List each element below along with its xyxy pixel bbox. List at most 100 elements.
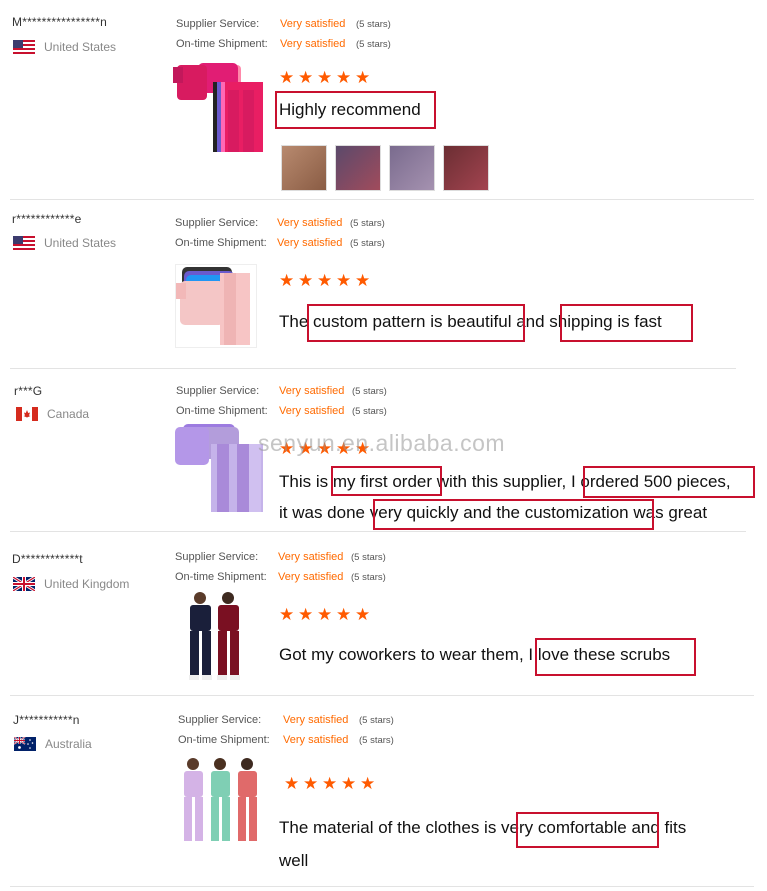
- uk-flag-icon: [13, 577, 35, 591]
- comment-text: it was done: [279, 503, 370, 522]
- supplier-service-label: Supplier Service:: [176, 18, 260, 30]
- product-image[interactable]: [178, 756, 264, 850]
- supplier-service-row: Supplier Service: Very satisfied (5 star…: [176, 18, 391, 30]
- product-image[interactable]: [180, 590, 252, 688]
- shipment-row: On-time Shipment: Very satisfied (5 star…: [178, 734, 394, 746]
- review-card: M****************n United States Supplie…: [0, 0, 767, 199]
- supplier-service-stars: (5 stars): [352, 386, 387, 397]
- reviewer-name: D************t: [12, 552, 83, 566]
- divider: [10, 886, 754, 887]
- star-icon: ★: [298, 605, 314, 624]
- highlight-box: [583, 466, 755, 498]
- shipment-label: On-time Shipment:: [175, 571, 267, 583]
- country-label: Canada: [47, 407, 90, 421]
- supplier-service-stars: (5 stars): [359, 715, 394, 726]
- star-icon: ★: [298, 271, 314, 290]
- shipment-label: On-time Shipment:: [176, 405, 268, 417]
- reviewer-country: United States: [13, 236, 116, 250]
- canada-flag-icon: [16, 407, 38, 421]
- star-icon: ★: [284, 774, 300, 793]
- supplier-service-row: Supplier Service: Very satisfied (5 star…: [175, 551, 386, 563]
- supplier-service-row: Supplier Service: Very satisfied (5 star…: [175, 217, 385, 229]
- supplier-service-label: Supplier Service:: [175, 217, 259, 229]
- shipment-value: Very satisfied: [277, 237, 343, 249]
- watermark: senyun.en.alibaba.com: [258, 430, 506, 456]
- star-icon: ★: [279, 68, 295, 87]
- supplier-service-label: Supplier Service:: [175, 551, 259, 563]
- comment-text: with this supplier,: [432, 472, 571, 491]
- review-card: J***********n Australia Supplier Service…: [0, 696, 767, 886]
- star-icon: ★: [317, 605, 333, 624]
- shipment-row: On-time Shipment: Very satisfied (5 star…: [175, 237, 385, 249]
- product-image[interactable]: [175, 264, 257, 348]
- highlight-box: [307, 304, 525, 342]
- star-icon: ★: [279, 271, 295, 290]
- star-icon: ★: [360, 774, 376, 793]
- star-icon: ★: [317, 68, 333, 87]
- supplier-service-row: Supplier Service: Very satisfied (5 star…: [178, 714, 394, 726]
- shipment-value: Very satisfied: [283, 734, 349, 746]
- review-photo-thumbnail[interactable]: [335, 145, 381, 191]
- review-card: D************t United Kingdom Supplier S…: [0, 532, 767, 695]
- review-comment-line-2: well: [279, 851, 309, 870]
- shipment-row: On-time Shipment: Very satisfied (5 star…: [175, 571, 386, 583]
- rating-stars: ★ ★ ★ ★ ★: [279, 271, 371, 290]
- reviewer-country: Australia: [14, 737, 92, 751]
- rating-stars: ★ ★ ★ ★ ★: [279, 68, 371, 87]
- review-comment: Highly recommend: [279, 100, 421, 119]
- review-photo-thumbnail[interactable]: [443, 145, 489, 191]
- reviewer-country: United States: [13, 40, 116, 54]
- supplier-service-value: Very satisfied: [280, 18, 346, 30]
- shipment-row: On-time Shipment: Very satisfied (5 star…: [176, 38, 391, 50]
- shipment-stars: (5 stars): [350, 238, 385, 249]
- supplier-service-label: Supplier Service:: [178, 714, 262, 726]
- comment-text: The material of the clothes is: [279, 818, 502, 837]
- australia-flag-icon: [14, 737, 36, 751]
- reviewer-country: Canada: [16, 407, 89, 421]
- shipment-row: On-time Shipment: Very satisfied (5 star…: [176, 405, 387, 417]
- supplier-service-row: Supplier Service: Very satisfied (5 star…: [176, 385, 387, 397]
- star-icon: ★: [322, 774, 338, 793]
- shipment-value: Very satisfied: [280, 38, 346, 50]
- comment-text: This is: [279, 472, 333, 491]
- star-icon: ★: [298, 68, 314, 87]
- reviewer-name: M****************n: [12, 15, 107, 29]
- highlight-box: [560, 304, 693, 342]
- product-image[interactable]: [173, 60, 267, 156]
- supplier-service-value: Very satisfied: [277, 217, 343, 229]
- star-icon: ★: [355, 68, 371, 87]
- star-icon: ★: [336, 605, 352, 624]
- supplier-service-stars: (5 stars): [351, 552, 386, 563]
- country-label: United Kingdom: [44, 577, 130, 591]
- review-card: r************e United States Supplier Se…: [0, 200, 767, 368]
- review-photo-thumbnail[interactable]: [389, 145, 435, 191]
- supplier-service-value: Very satisfied: [279, 385, 345, 397]
- shipment-stars: (5 stars): [359, 735, 394, 746]
- shipment-label: On-time Shipment:: [178, 734, 270, 746]
- highlight-box: [373, 499, 654, 530]
- star-icon: ★: [355, 271, 371, 290]
- product-image[interactable]: [175, 422, 265, 514]
- star-icon: ★: [317, 271, 333, 290]
- shipment-stars: (5 stars): [356, 39, 391, 50]
- reviewer-country: United Kingdom: [13, 577, 129, 591]
- us-flag-icon: [13, 236, 35, 250]
- star-icon: ★: [336, 68, 352, 87]
- country-label: United States: [44, 40, 117, 54]
- star-icon: ★: [336, 271, 352, 290]
- rating-stars: ★ ★ ★ ★ ★: [284, 774, 376, 793]
- supplier-service-stars: (5 stars): [350, 218, 385, 229]
- shipment-label: On-time Shipment:: [175, 237, 267, 249]
- supplier-service-stars: (5 stars): [356, 19, 391, 30]
- supplier-service-label: Supplier Service:: [176, 385, 260, 397]
- star-icon: ★: [341, 774, 357, 793]
- star-icon: ★: [303, 774, 319, 793]
- review-photo-thumbnail[interactable]: [281, 145, 327, 191]
- supplier-service-value: Very satisfied: [283, 714, 349, 726]
- rating-stars: ★ ★ ★ ★ ★: [279, 605, 370, 624]
- reviewer-name: r************e: [12, 212, 82, 226]
- highlight-box: [535, 638, 696, 676]
- country-label: United States: [44, 236, 117, 250]
- highlight-box: [516, 812, 659, 848]
- shipment-label: On-time Shipment:: [176, 38, 268, 50]
